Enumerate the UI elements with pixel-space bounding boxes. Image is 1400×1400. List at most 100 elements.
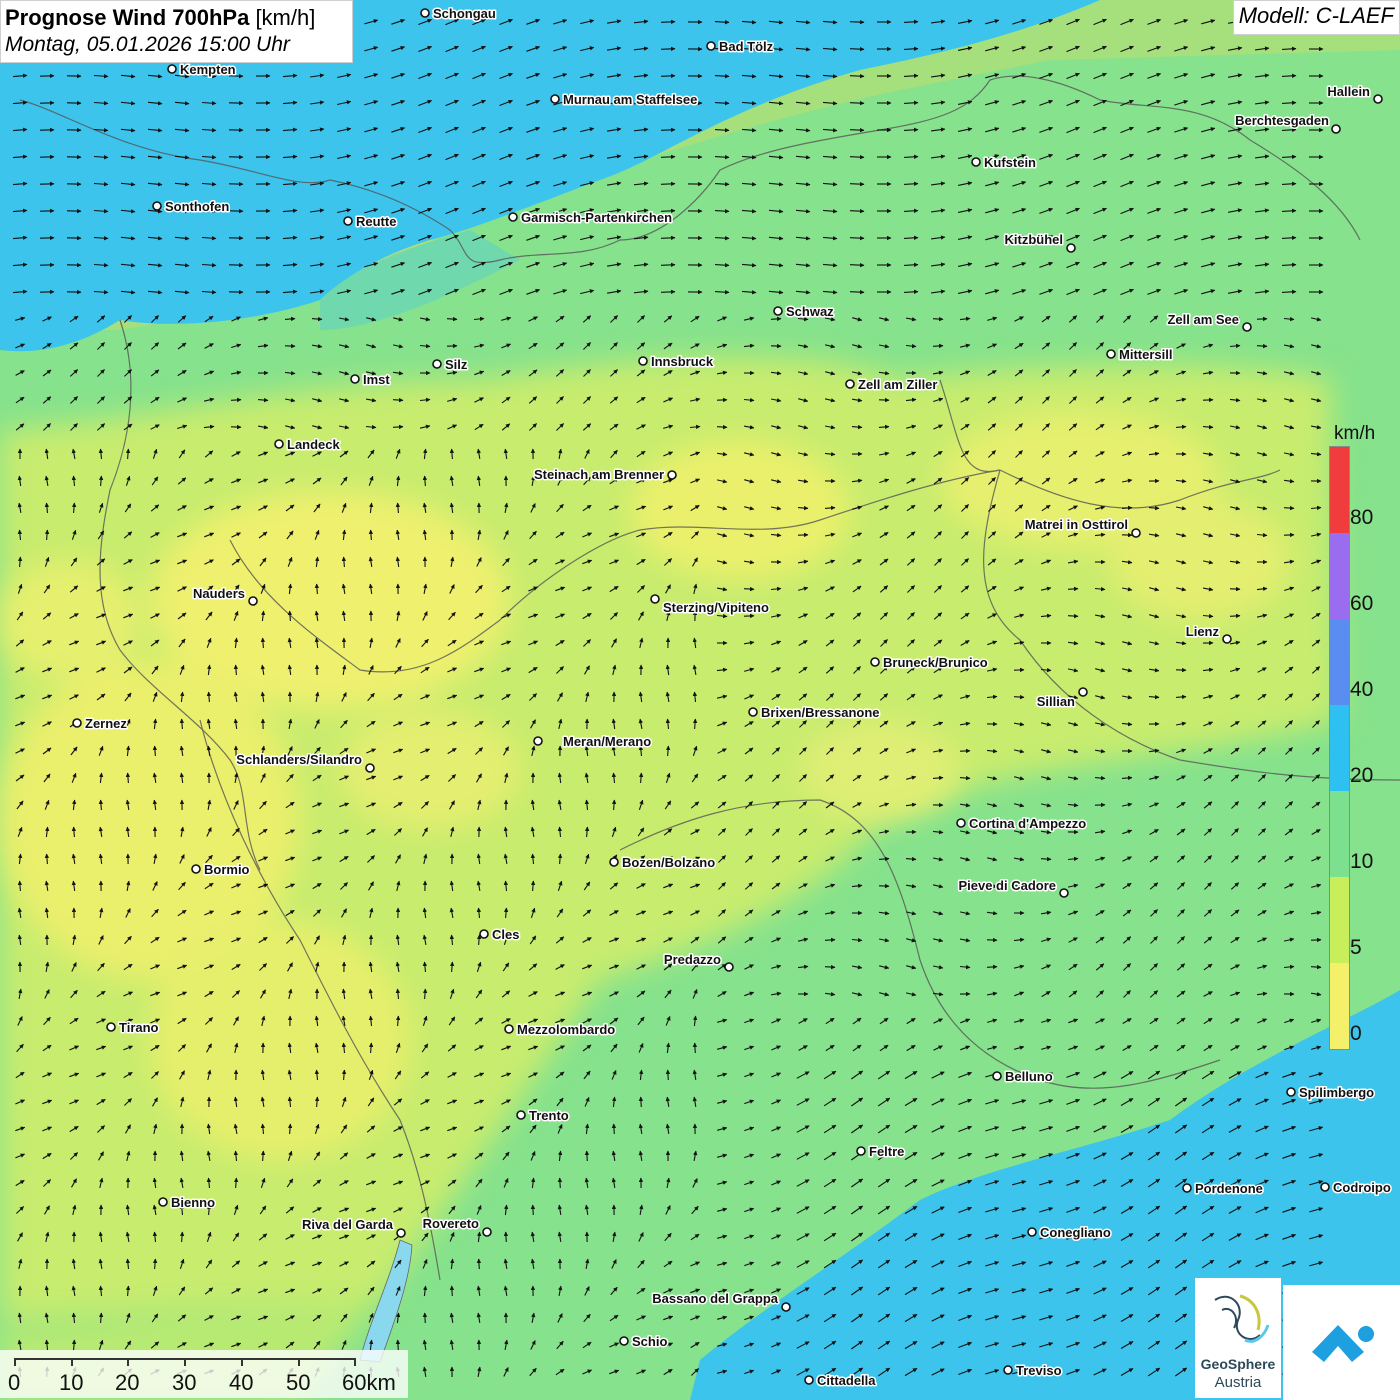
city-dot-icon [724, 962, 734, 972]
city-label: Berchtesgaden [1235, 113, 1329, 128]
wind-arrow [660, 262, 676, 268]
page-title: Prognose Wind 700hPa [km/h] [5, 4, 348, 32]
wind-map: Schongau Bad Tölz Kempten Murnau am Staffel… [0, 0, 1400, 1400]
wind-arrow [503, 1231, 509, 1243]
wind-arrow [849, 262, 865, 268]
city-dot-icon [667, 470, 677, 480]
wind-arrow [1256, 343, 1268, 349]
city-label: Codroipo [1333, 1180, 1391, 1195]
wind-arrow [660, 235, 676, 241]
city-marker: Mezzolombardo [504, 1021, 617, 1039]
city-dot-icon [1003, 1365, 1013, 1375]
wind-arrow [1229, 613, 1241, 619]
city-dot-icon [479, 929, 489, 939]
wind-arrow [476, 1258, 482, 1270]
city-label: Zell am See [1167, 312, 1239, 327]
wind-arrow [230, 397, 242, 403]
city-label: Lienz [1186, 624, 1220, 639]
city-label: Pieve di Cadore [958, 878, 1056, 893]
legend-label: 60 [1350, 592, 1374, 615]
wind-arrow [1040, 856, 1052, 862]
city-dot-icon [1182, 1183, 1192, 1193]
city-label: Bozen/Bolzano [622, 855, 715, 870]
city-label: Cles [492, 927, 519, 942]
wind-arrow [1067, 586, 1079, 592]
legend-colorbar [1329, 446, 1350, 1050]
city-marker: Innsbruck [638, 353, 715, 371]
city-label: Trento [529, 1108, 569, 1123]
wind-arrow [1283, 505, 1295, 511]
city-dot-icon [992, 1071, 1002, 1081]
city-marker: Bruneck/Brunico [870, 654, 989, 672]
wind-arrow [932, 316, 944, 322]
city-label: Feltre [869, 1144, 904, 1159]
city-label: Schlanders/Silandro [236, 752, 362, 767]
wind-arrow [660, 19, 676, 25]
city-dot-icon [609, 857, 619, 867]
city-dot-icon [516, 1110, 526, 1120]
scale-label: 50 [286, 1370, 311, 1395]
geosphere-logo-subtext: Austria [1214, 1374, 1262, 1391]
city-marker: Pordenone [1182, 1180, 1264, 1198]
city-marker: Conegliano [1027, 1224, 1112, 1242]
city-dot-icon [845, 379, 855, 389]
legend-segment [1330, 791, 1349, 877]
city-dot-icon [248, 596, 258, 606]
legend-label: 0 [1350, 1022, 1362, 1045]
wind-arrow [849, 19, 865, 25]
city-dot-icon [1131, 528, 1141, 538]
city-dot-icon [396, 1228, 406, 1238]
city-dot-icon [1059, 888, 1069, 898]
wind-arrow [660, 127, 676, 133]
city-dot-icon [773, 306, 783, 316]
wind-arrow [849, 100, 865, 106]
city-marker: Sonthofen [152, 198, 231, 216]
title-unit: [km/h] [255, 5, 316, 30]
city-dot-icon [1066, 243, 1076, 253]
city-marker: Steinach am Brenner [532, 466, 677, 484]
city-label: Pordenone [1195, 1181, 1263, 1196]
legend-segment [1330, 877, 1349, 963]
city-label: Bad Tölz [719, 39, 774, 54]
legend-label: 80 [1350, 506, 1374, 529]
city-label: Steinach am Brenner [534, 467, 664, 482]
city-label: Murnau am Staffelsee [563, 92, 697, 107]
geosphere-logo-text: GeoSphere [1200, 1356, 1276, 1372]
scale-label: 20 [115, 1370, 140, 1395]
city-dot-icon [72, 718, 82, 728]
wind-arrow [422, 1312, 428, 1324]
city-dot-icon [748, 707, 758, 717]
city-dot-icon [106, 1022, 116, 1032]
city-dot-icon [504, 1024, 514, 1034]
wind-arrow [449, 1285, 455, 1297]
city-label: Brixen/Bressanone [761, 705, 880, 720]
title-text: Prognose Wind 700hPa [5, 5, 250, 30]
city-dot-icon [1222, 634, 1232, 644]
scale-label: 40 [229, 1370, 254, 1395]
city-dot-icon [550, 94, 560, 104]
wind-arrow [932, 343, 944, 349]
scale-tick [184, 1358, 186, 1366]
city-dot-icon [781, 1302, 791, 1312]
wind-arrow [584, 1150, 590, 1162]
scale-tick [241, 1358, 243, 1366]
legend-segment [1330, 963, 1349, 1049]
city-label: Mezzolombardo [517, 1022, 615, 1037]
city-dot-icon [508, 212, 518, 222]
legend-label: 5 [1350, 936, 1362, 959]
wind-arrow [660, 73, 676, 79]
city-dot-icon [365, 763, 375, 773]
city-dot-icon [158, 1197, 168, 1207]
city-dot-icon [152, 201, 162, 211]
city-label: Conegliano [1040, 1225, 1111, 1240]
wind-arrow [849, 46, 865, 52]
title-box: Prognose Wind 700hPa [km/h] Montag, 05.0… [0, 0, 353, 63]
city-label: Reutte [356, 214, 396, 229]
wind-arrow [660, 289, 676, 295]
city-label: Landeck [287, 437, 341, 452]
city-label: Belluno [1005, 1069, 1053, 1084]
city-dot-icon [1373, 94, 1383, 104]
city-label: Treviso [1016, 1363, 1062, 1378]
wind-arrow [770, 316, 782, 322]
city-label: Innsbruck [651, 354, 714, 369]
